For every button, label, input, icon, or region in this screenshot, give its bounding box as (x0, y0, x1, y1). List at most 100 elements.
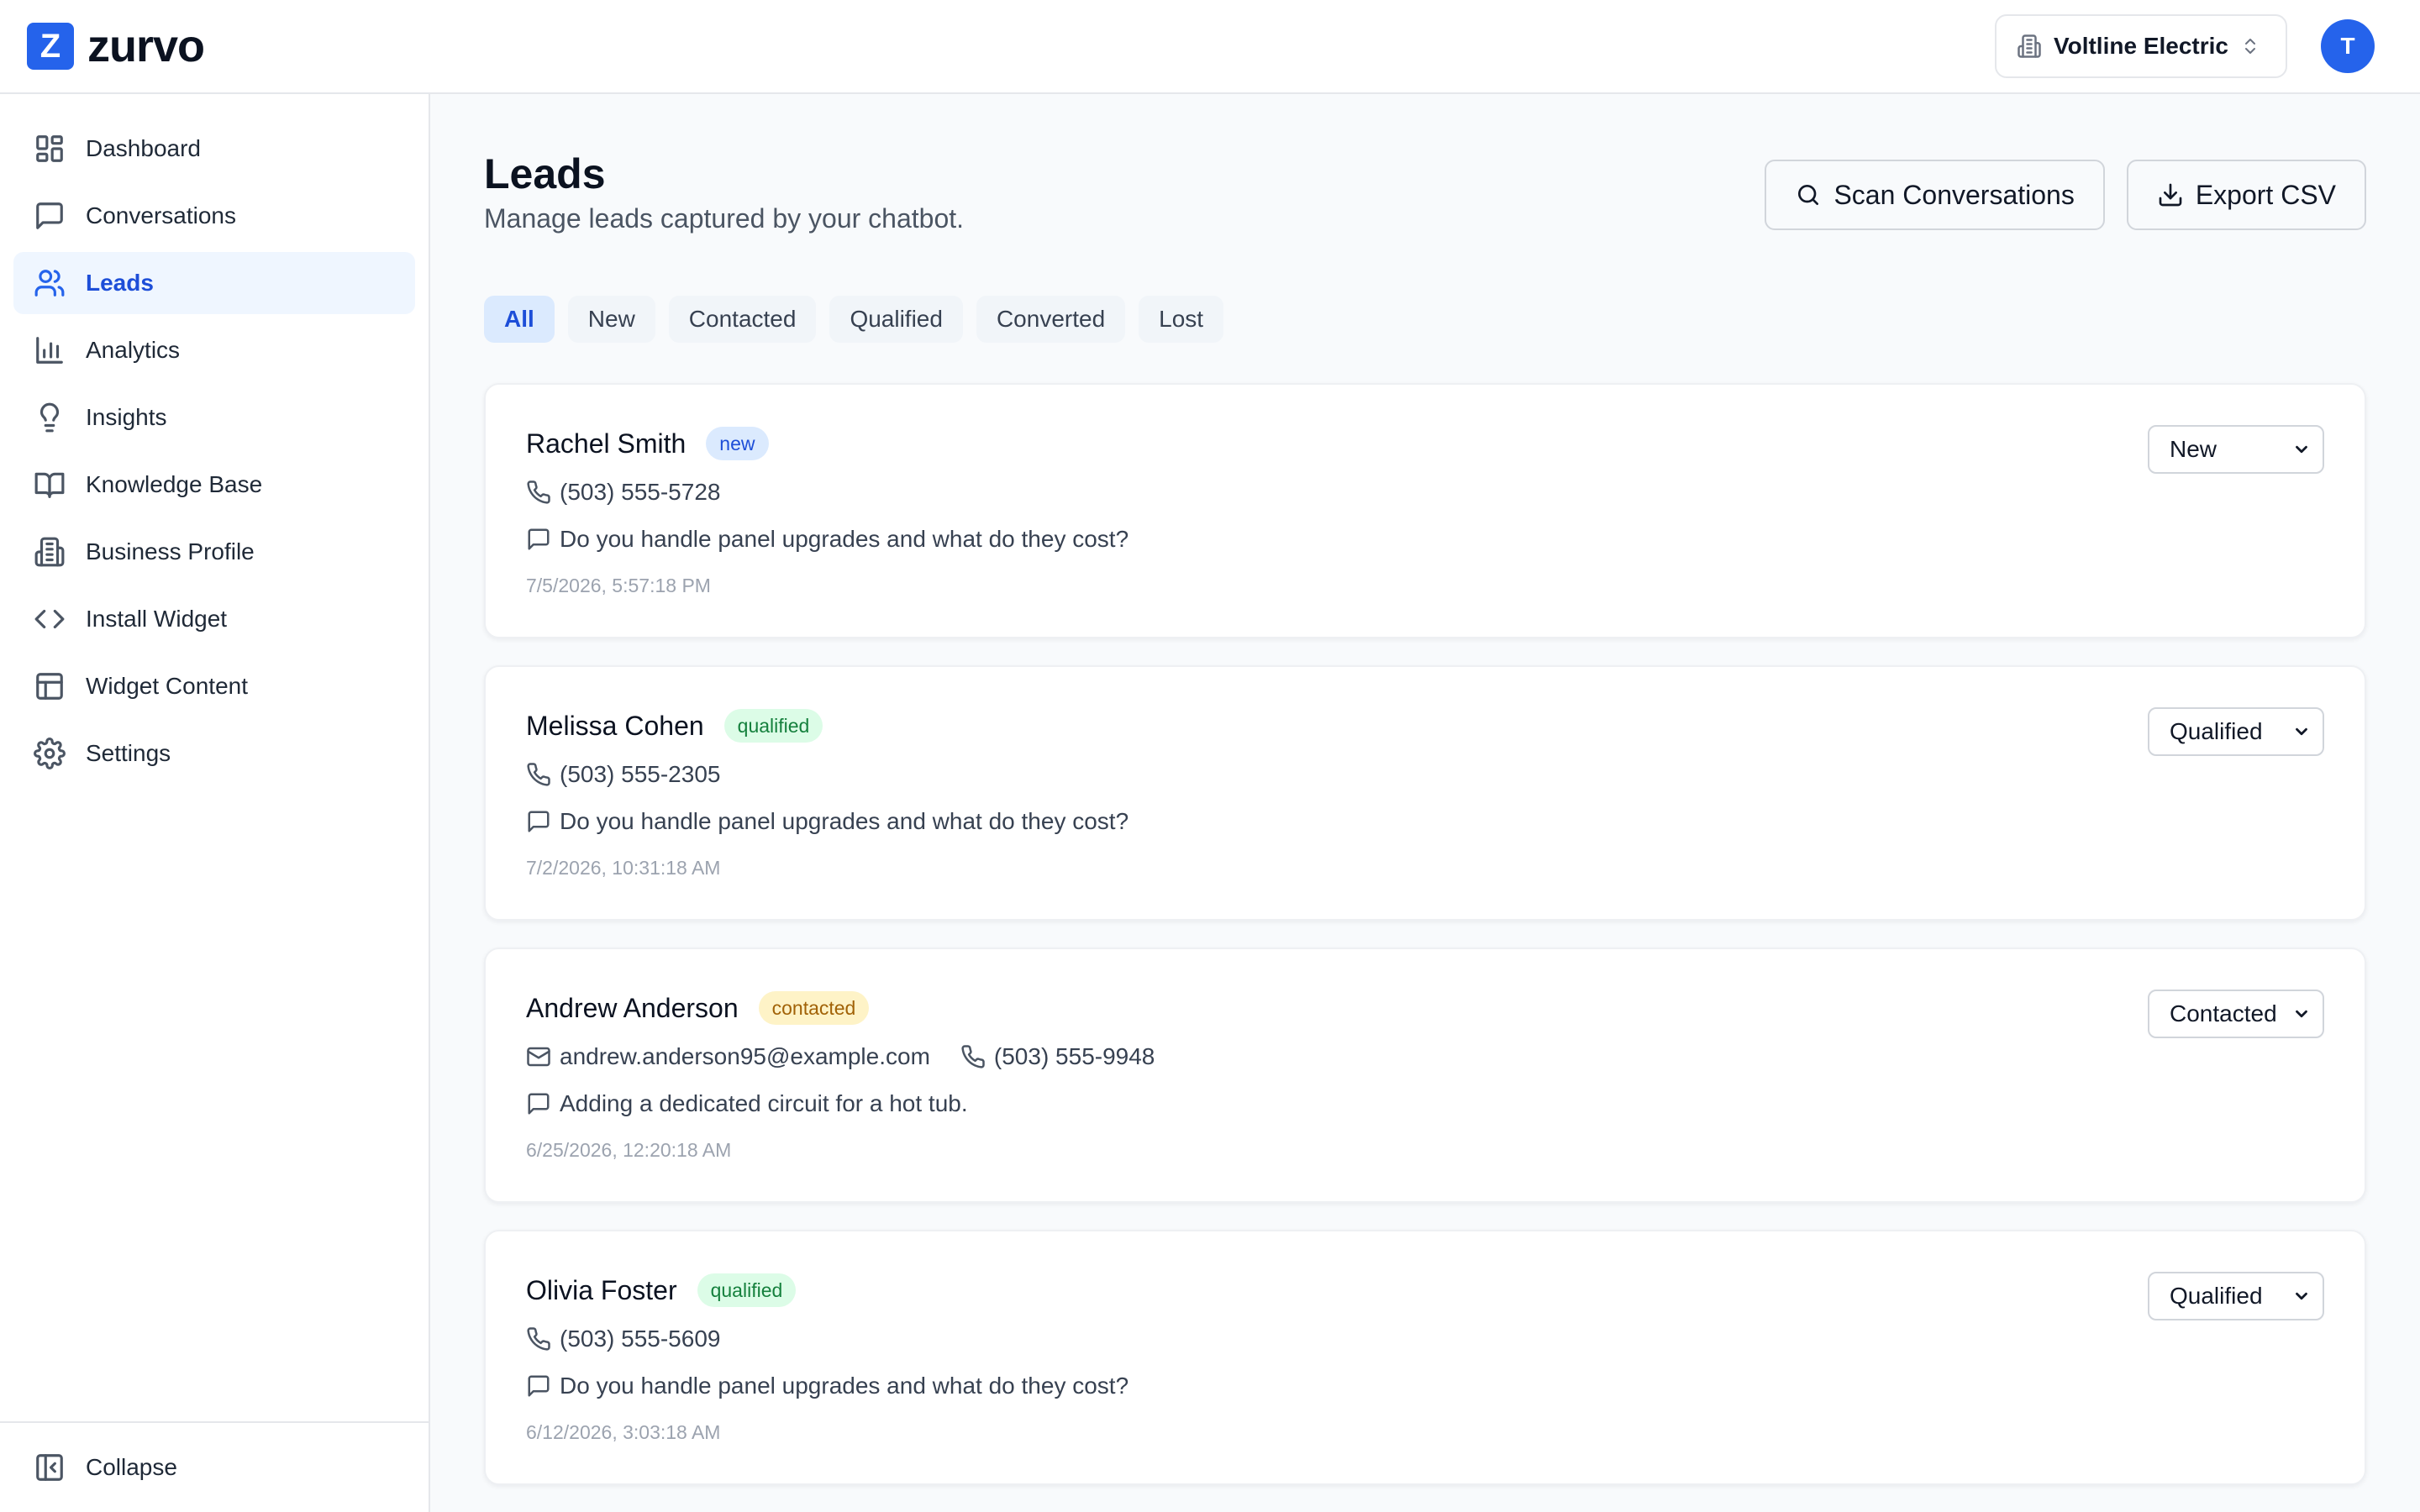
status-badge: qualified (697, 1273, 797, 1307)
tab-contacted[interactable]: Contacted (668, 296, 817, 343)
sidebar-item-dashboard[interactable]: Dashboard (13, 118, 415, 180)
chevron-down-icon (2292, 440, 2311, 459)
brand-logo[interactable]: Z zurvo (27, 20, 205, 72)
message-icon (526, 809, 551, 834)
tab-all[interactable]: All (484, 296, 555, 343)
sidebar-item-analytics[interactable]: Analytics (13, 319, 415, 381)
tab-lost[interactable]: Lost (1139, 296, 1224, 343)
status-select-value: Qualified (2170, 718, 2263, 744)
lead-card: Olivia Foster qualified (503) 555-5609 D… (484, 1230, 2366, 1485)
export-csv-label: Export CSV (2195, 179, 2336, 210)
export-csv-button[interactable]: Export CSV (2126, 160, 2366, 230)
status-select-value: New (2170, 436, 2217, 462)
lead-card: Melissa Cohen qualified (503) 555-2305 D… (484, 665, 2366, 921)
sidebar-item-leads[interactable]: Leads (13, 252, 415, 314)
chevron-down-icon (2292, 722, 2311, 741)
code-icon (34, 603, 66, 635)
lead-message: Do you handle panel upgrades and what do… (526, 526, 1128, 553)
business-switcher[interactable]: Voltline Electric (1995, 14, 2287, 78)
phone-icon (960, 1044, 986, 1069)
sidebar-item-label: Analytics (86, 337, 181, 363)
layout-icon (34, 670, 66, 702)
header-actions: Voltline Electric T (1995, 14, 2375, 78)
lead-timestamp: 6/25/2026, 12:20:18 AM (526, 1139, 732, 1161)
status-select[interactable]: Contacted (2148, 990, 2324, 1038)
sidebar-item-label: Business Profile (86, 538, 255, 564)
lead-message-text: Do you handle panel upgrades and what do… (560, 1373, 1129, 1399)
tab-converted[interactable]: Converted (976, 296, 1126, 343)
lead-message: Do you handle panel upgrades and what do… (526, 1373, 1128, 1399)
lead-phone: (503) 555-9948 (960, 1043, 1155, 1070)
lead-name: Andrew Anderson (526, 992, 739, 1023)
lead-contact-row: (503) 555-5609 (526, 1326, 720, 1352)
message-icon (526, 1373, 551, 1399)
sidebar-item-business-profile[interactable]: Business Profile (13, 521, 415, 583)
sidebar-item-label: Settings (86, 740, 171, 766)
sidebar-item-label: Dashboard (86, 135, 201, 161)
mail-icon (526, 1044, 551, 1069)
tab-qualified[interactable]: Qualified (829, 296, 963, 343)
search-icon (1795, 181, 1822, 208)
lead-header: Andrew Anderson contacted (526, 991, 870, 1025)
sidebar-item-conversations[interactable]: Conversations (13, 185, 415, 247)
lead-list: Rachel Smith new (503) 555-5728 Do you h… (484, 383, 2366, 1512)
business-name: Voltline Electric (2054, 33, 2228, 59)
sidebar: Dashboard Conversations Leads Analytics … (0, 94, 430, 1512)
tab-new[interactable]: New (567, 296, 655, 343)
sidebar-item-widget-content[interactable]: Widget Content (13, 655, 415, 717)
lead-header: Melissa Cohen qualified (526, 709, 823, 743)
lead-message-text: Do you handle panel upgrades and what do… (560, 808, 1129, 834)
lead-message-text: Do you handle panel upgrades and what do… (560, 526, 1129, 552)
sidebar-item-label: Conversations (86, 202, 236, 228)
scan-conversations-button[interactable]: Scan Conversations (1765, 160, 2105, 230)
gear-icon (34, 738, 66, 769)
collapse-label: Collapse (86, 1454, 177, 1480)
sidebar-item-install-widget[interactable]: Install Widget (13, 588, 415, 650)
lead-message: Do you handle panel upgrades and what do… (526, 808, 1128, 835)
lead-timestamp: 7/2/2026, 10:31:18 AM (526, 857, 721, 879)
sidebar-item-label: Widget Content (86, 673, 248, 699)
sidebar-item-settings[interactable]: Settings (13, 722, 415, 785)
book-icon (34, 469, 66, 501)
lead-contact-row: (503) 555-2305 (526, 761, 720, 788)
status-select[interactable]: Qualified (2148, 1272, 2324, 1320)
collapse-button[interactable]: Collapse (0, 1421, 429, 1512)
chevron-down-icon (2292, 1005, 2311, 1023)
users-icon (34, 267, 66, 299)
message-icon (526, 527, 551, 552)
status-select[interactable]: Qualified (2148, 707, 2324, 756)
lead-card: Andrew Anderson contacted andrew.anderso… (484, 948, 2366, 1203)
status-select-value: Contacted (2170, 1000, 2277, 1026)
sidebar-item-label: Leads (86, 270, 154, 296)
lead-phone-text: (503) 555-5728 (560, 479, 721, 505)
lead-phone-text: (503) 555-2305 (560, 761, 721, 787)
page-subtitle: Manage leads captured by your chatbot. (484, 203, 965, 234)
bar-chart-icon (34, 334, 66, 366)
sidebar-item-insights[interactable]: Insights (13, 386, 415, 449)
building-icon (2017, 34, 2042, 59)
status-select[interactable]: New (2148, 425, 2324, 474)
sidebar-item-label: Install Widget (86, 606, 228, 632)
lead-email-text: andrew.anderson95@example.com (560, 1043, 930, 1069)
status-badge: qualified (723, 709, 823, 743)
lead-message-text: Adding a dedicated circuit for a hot tub… (560, 1090, 968, 1116)
sidebar-item-knowledge-base[interactable]: Knowledge Base (13, 454, 415, 516)
user-avatar[interactable]: T (2321, 19, 2375, 73)
status-filter-tabs: All New Contacted Qualified Converted Lo… (484, 296, 1224, 343)
main-content: Leads Manage leads captured by your chat… (430, 94, 2420, 1512)
lead-header: Olivia Foster qualified (526, 1273, 797, 1307)
phone-icon (526, 480, 551, 505)
download-icon (2157, 181, 2184, 208)
brand-name: zurvo (87, 21, 205, 71)
chat-icon (34, 200, 66, 232)
status-badge: contacted (758, 991, 870, 1025)
lead-phone-text: (503) 555-5609 (560, 1326, 721, 1352)
lightbulb-icon (34, 402, 66, 433)
phone-icon (526, 762, 551, 787)
lead-timestamp: 7/5/2026, 5:57:18 PM (526, 575, 711, 596)
lead-card: Rachel Smith new (503) 555-5728 Do you h… (484, 383, 2366, 638)
lead-contact-row: (503) 555-5728 (526, 479, 720, 506)
scan-conversations-label: Scan Conversations (1833, 179, 2075, 210)
lead-header: Rachel Smith new (526, 427, 769, 460)
sidebar-nav: Dashboard Conversations Leads Analytics … (0, 94, 429, 785)
